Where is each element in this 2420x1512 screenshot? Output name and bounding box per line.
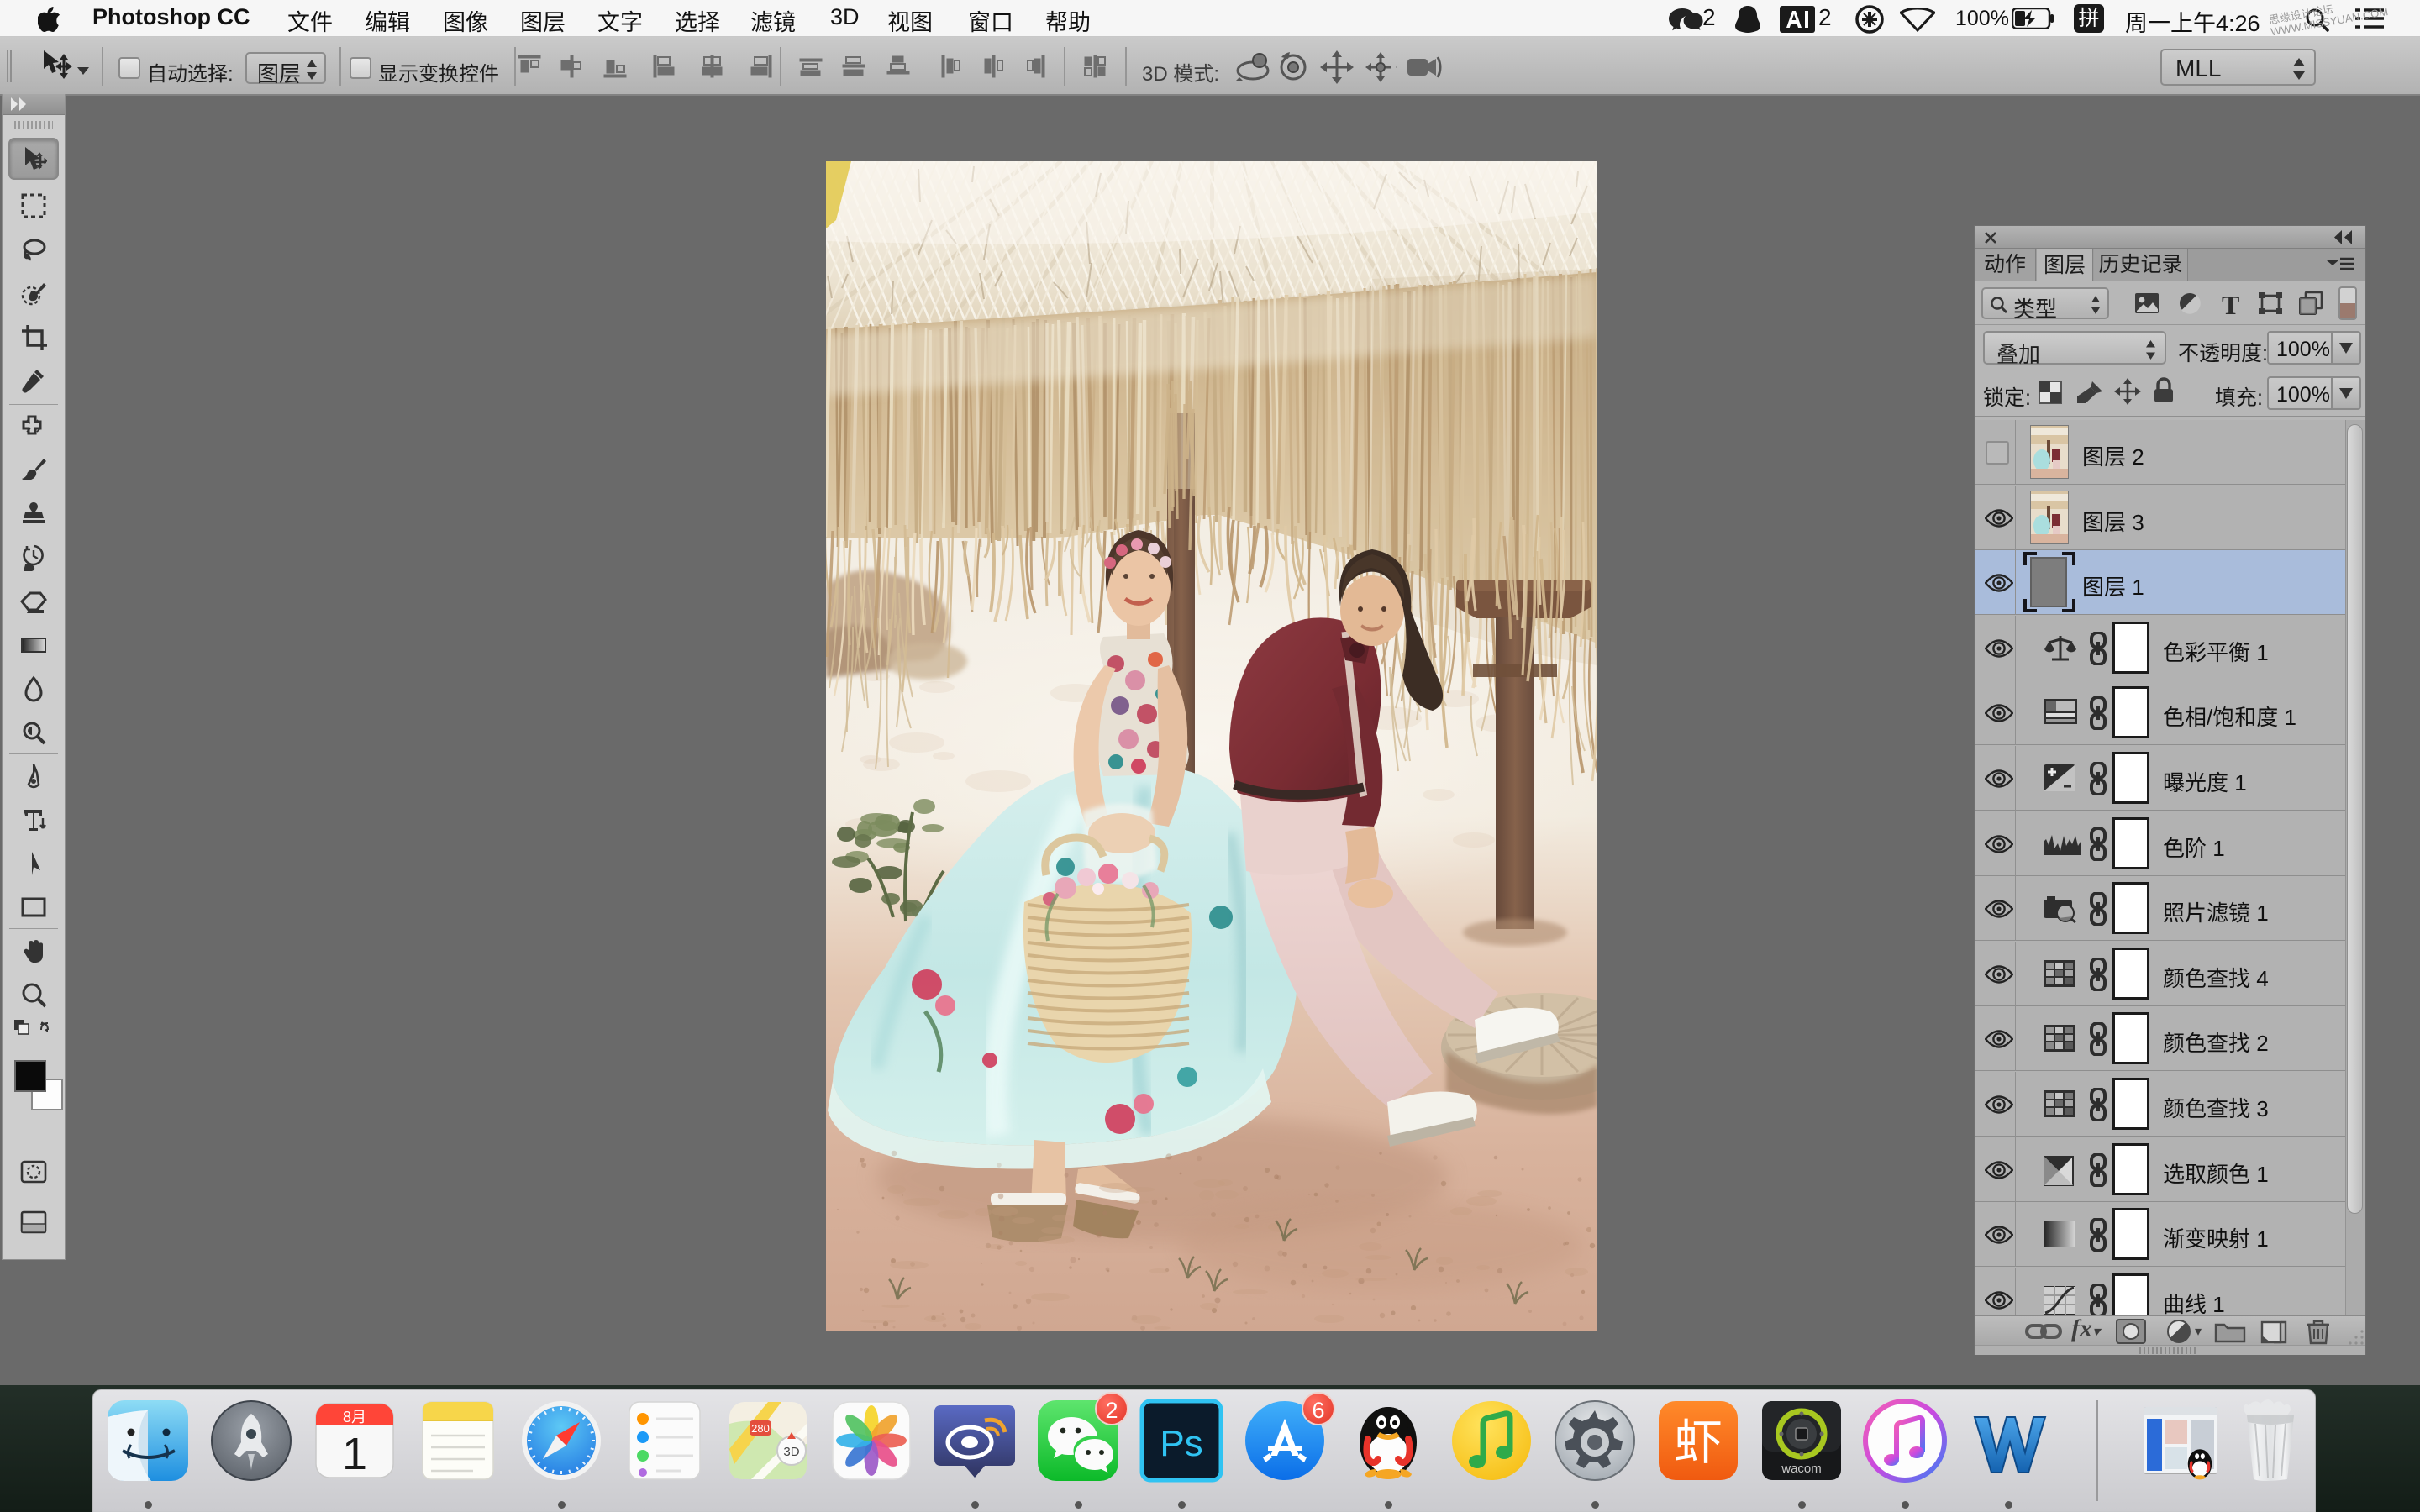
- svg-text:wacom: wacom: [1781, 1462, 1822, 1476]
- svg-text:虾: 虾: [1674, 1415, 1723, 1470]
- svg-text:280: 280: [751, 1422, 770, 1435]
- svg-text:Ps: Ps: [1160, 1423, 1202, 1464]
- svg-text:8月: 8月: [343, 1409, 366, 1425]
- svg-text:1: 1: [342, 1429, 367, 1479]
- svg-text:3D: 3D: [783, 1445, 799, 1459]
